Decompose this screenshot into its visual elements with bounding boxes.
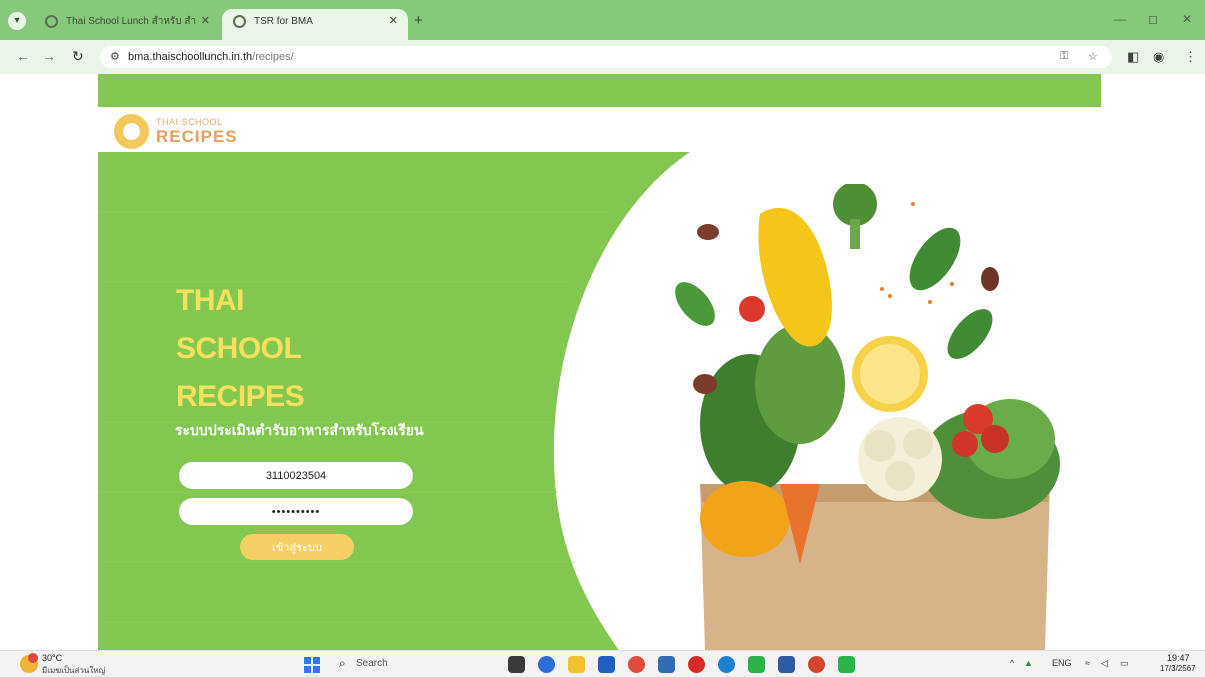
weather-temperature: 30°C bbox=[42, 653, 63, 663]
chef-hat-icon bbox=[114, 114, 149, 149]
weather-alert-badge bbox=[28, 653, 38, 663]
clock-date[interactable]: 17/3/2567 bbox=[1160, 664, 1196, 673]
hero-subtitle: ระบบประเมินตำรับอาหารสำหรับโรงเรียน bbox=[175, 422, 424, 438]
tab-title: TSR for BMA bbox=[254, 16, 313, 27]
mail-icon[interactable] bbox=[598, 656, 615, 673]
chevron-up-icon[interactable]: ^ bbox=[1010, 658, 1014, 668]
new-tab-icon[interactable]: + bbox=[414, 12, 423, 29]
wifi-icon[interactable]: ≈ bbox=[1085, 658, 1090, 668]
hero-title-line: THAI bbox=[176, 284, 245, 317]
edge-icon[interactable] bbox=[718, 656, 735, 673]
windows-taskbar: 30°C มีเมฆเป็นส่วนใหญ่ ⌕ Search ^ ▲ ENG … bbox=[0, 650, 1205, 677]
google-drive-icon[interactable]: ▲ bbox=[1024, 658, 1033, 668]
profile-avatar-icon[interactable]: ◉ bbox=[1153, 49, 1164, 65]
file-explorer-icon[interactable] bbox=[568, 656, 585, 673]
word-icon[interactable] bbox=[778, 656, 795, 673]
language-indicator[interactable]: ENG bbox=[1052, 658, 1072, 668]
search-icon[interactable]: ⌕ bbox=[339, 656, 346, 671]
menu-kebab-icon[interactable]: ⋮ bbox=[1184, 49, 1197, 65]
weather-description: มีเมฆเป็นส่วนใหญ่ bbox=[42, 666, 106, 675]
restore-icon[interactable]: ◻ bbox=[1148, 12, 1158, 26]
taskbar-search[interactable]: Search bbox=[356, 658, 388, 669]
login-button[interactable]: เข้าสู่ระบบ bbox=[240, 534, 354, 560]
url-text[interactable]: bma.thaischoollunch.in.th/recipes/ bbox=[128, 51, 294, 63]
bookmark-star-icon[interactable]: ☆ bbox=[1088, 50, 1098, 63]
site-logo[interactable]: THAI SCHOOL RECIPES bbox=[114, 114, 264, 150]
page-content: THAI SCHOOL RECIPES THAI SCHOOL RECIPES … bbox=[0, 74, 1205, 650]
logo-bottom-text: RECIPES bbox=[156, 127, 238, 146]
password-key-icon[interactable]: ⚿ bbox=[1060, 50, 1068, 63]
hero-title-line: RECIPES bbox=[176, 380, 305, 413]
chrome-icon[interactable] bbox=[628, 656, 645, 673]
opera-icon[interactable] bbox=[688, 656, 705, 673]
side-panel-icon[interactable]: ◧ bbox=[1127, 49, 1139, 65]
volume-icon[interactable]: ◁ bbox=[1101, 658, 1108, 669]
line-app-icon[interactable] bbox=[838, 656, 855, 673]
address-bar[interactable]: ⚙ bma.thaischoollunch.in.th/recipes/ ⚿ ☆ bbox=[100, 46, 1112, 68]
battery-icon[interactable]: ▭ bbox=[1120, 658, 1129, 669]
tab-title: Thai School Lunch สำหรับ สำนัก bbox=[66, 16, 196, 27]
minimize-icon[interactable]: — bbox=[1114, 12, 1126, 26]
task-view-icon[interactable] bbox=[508, 656, 525, 673]
tab-thai-school-lunch[interactable]: Thai School Lunch สำหรับ สำนัก ✕ bbox=[34, 9, 220, 40]
browser-tab-bar: ▾ Thai School Lunch สำหรับ สำนัก ✕ TSR f… bbox=[0, 0, 1205, 40]
header-strip bbox=[98, 74, 1101, 107]
username-field[interactable] bbox=[179, 462, 413, 489]
start-button[interactable] bbox=[304, 657, 320, 673]
logo-top-text: THAI SCHOOL bbox=[156, 117, 223, 127]
tab-search-icon[interactable]: ▾ bbox=[8, 12, 26, 30]
hero-title: THAI SCHOOL RECIPES bbox=[176, 277, 305, 421]
back-icon[interactable]: ← bbox=[16, 48, 30, 64]
password-field[interactable] bbox=[179, 498, 413, 525]
globe-icon bbox=[233, 15, 246, 28]
line-icon[interactable] bbox=[748, 656, 765, 673]
tab-tsr-for-bma[interactable]: TSR for BMA ✕ bbox=[222, 9, 408, 40]
powerpoint-icon[interactable] bbox=[808, 656, 825, 673]
reload-icon[interactable]: ↻ bbox=[72, 48, 84, 65]
close-tab-icon[interactable]: ✕ bbox=[389, 9, 398, 34]
close-tab-icon[interactable]: ✕ bbox=[201, 9, 210, 34]
hero-title-line: SCHOOL bbox=[176, 332, 302, 365]
close-window-icon[interactable]: ✕ bbox=[1182, 12, 1192, 26]
url-path: /recipes/ bbox=[252, 51, 294, 63]
globe-icon bbox=[45, 15, 58, 28]
hero-background bbox=[98, 152, 690, 650]
site-settings-icon[interactable]: ⚙ bbox=[110, 50, 120, 63]
store-icon[interactable] bbox=[658, 656, 675, 673]
url-domain: bma.thaischoollunch.in.th bbox=[128, 51, 253, 63]
forward-icon[interactable]: → bbox=[42, 48, 56, 64]
clock-time[interactable]: 19:47 bbox=[1167, 653, 1190, 663]
vegetable-bag-illustration bbox=[675, 184, 1060, 650]
chat-icon[interactable] bbox=[538, 656, 555, 673]
